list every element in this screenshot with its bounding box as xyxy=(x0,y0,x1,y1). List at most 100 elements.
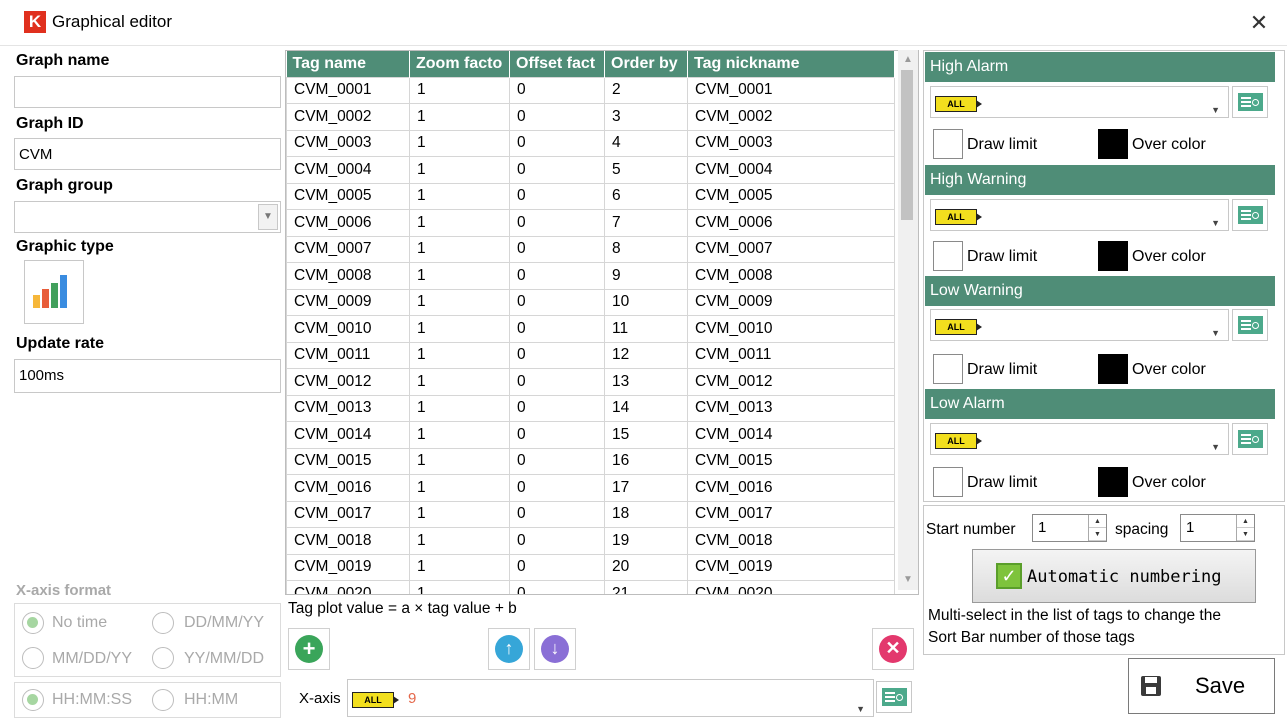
low-warning-over-color-swatch[interactable] xyxy=(1098,354,1128,384)
table-cell[interactable]: 7 xyxy=(604,209,688,237)
table-row[interactable]: CVM_0019 1 0 20 CVM_0019 xyxy=(286,553,895,581)
table-cell[interactable]: 0 xyxy=(509,474,605,502)
table-row[interactable]: CVM_0010 1 0 11 CVM_0010 xyxy=(286,315,895,343)
table-cell[interactable]: CVM_0007 xyxy=(687,235,895,263)
spinner-down-icon[interactable]: ▼ xyxy=(1089,528,1106,541)
table-cell[interactable]: 0 xyxy=(509,288,605,316)
table-cell[interactable]: CVM_0001 xyxy=(286,76,410,104)
chevron-down-icon[interactable]: ▼ xyxy=(258,204,278,230)
table-cell[interactable]: 1 xyxy=(409,129,510,157)
table-cell[interactable]: 0 xyxy=(509,553,605,581)
table-cell[interactable]: CVM_0003 xyxy=(687,129,895,157)
table-cell[interactable]: CVM_0007 xyxy=(286,235,410,263)
table-row[interactable]: CVM_0016 1 0 17 CVM_0016 xyxy=(286,474,895,502)
table-cell[interactable]: 0 xyxy=(509,103,605,131)
high-warning-over-color-swatch[interactable] xyxy=(1098,241,1128,271)
table-cell[interactable]: CVM_0003 xyxy=(286,129,410,157)
table-cell[interactable]: 4 xyxy=(604,129,688,157)
table-cell[interactable]: 0 xyxy=(509,262,605,290)
table-cell[interactable]: 18 xyxy=(604,500,688,528)
table-cell[interactable]: 1 xyxy=(409,394,510,422)
spinner-up-icon[interactable]: ▲ xyxy=(1237,515,1254,528)
table-cell[interactable]: CVM_0017 xyxy=(687,500,895,528)
close-button[interactable]: ✕ xyxy=(1246,10,1272,36)
table-cell[interactable]: CVM_0010 xyxy=(687,315,895,343)
table-cell[interactable]: 0 xyxy=(509,527,605,555)
table-cell[interactable]: 17 xyxy=(604,474,688,502)
radio-dd-mm-yy[interactable] xyxy=(152,612,174,634)
add-tag-button[interactable]: + xyxy=(288,628,330,670)
table-cell[interactable]: 1 xyxy=(409,182,510,210)
low-alarm-tag-select[interactable]: ALL ▼ xyxy=(930,423,1229,455)
save-button[interactable]: Save xyxy=(1128,658,1275,714)
table-row[interactable]: CVM_0012 1 0 13 CVM_0012 xyxy=(286,368,895,396)
table-cell[interactable]: 9 xyxy=(604,262,688,290)
table-row[interactable]: CVM_0014 1 0 15 CVM_0014 xyxy=(286,421,895,449)
table-row[interactable]: CVM_0001 1 0 2 CVM_0001 xyxy=(286,76,895,104)
graph-id-input[interactable]: CVM xyxy=(14,138,281,170)
table-cell[interactable]: CVM_0002 xyxy=(286,103,410,131)
table-cell[interactable]: 6 xyxy=(604,182,688,210)
table-row[interactable]: CVM_0017 1 0 18 CVM_0017 xyxy=(286,500,895,528)
table-cell[interactable]: 2 xyxy=(604,76,688,104)
high-warning-browse-button[interactable] xyxy=(1232,199,1268,231)
table-row[interactable]: CVM_0003 1 0 4 CVM_0003 xyxy=(286,129,895,157)
table-row[interactable]: CVM_0018 1 0 19 CVM_0018 xyxy=(286,527,895,555)
low-warning-draw-limit-checkbox[interactable] xyxy=(933,354,963,384)
spinner-buttons[interactable]: ▲ ▼ xyxy=(1236,515,1254,541)
table-cell[interactable]: CVM_0020 xyxy=(687,580,895,594)
low-alarm-over-color-swatch[interactable] xyxy=(1098,467,1128,497)
table-cell[interactable]: 11 xyxy=(604,315,688,343)
table-cell[interactable]: CVM_0015 xyxy=(286,447,410,475)
low-warning-browse-button[interactable] xyxy=(1232,309,1268,341)
table-cell[interactable]: CVM_0001 xyxy=(687,76,895,104)
graph-group-select[interactable]: ▼ xyxy=(14,201,281,233)
high-alarm-browse-button[interactable] xyxy=(1232,86,1268,118)
table-cell[interactable]: CVM_0005 xyxy=(286,182,410,210)
column-header[interactable]: Offset fact xyxy=(509,51,605,77)
table-row[interactable]: CVM_0002 1 0 3 CVM_0002 xyxy=(286,103,895,131)
table-row[interactable]: CVM_0005 1 0 6 CVM_0005 xyxy=(286,182,895,210)
table-cell[interactable]: CVM_0019 xyxy=(286,553,410,581)
table-row[interactable]: CVM_0004 1 0 5 CVM_0004 xyxy=(286,156,895,184)
table-cell[interactable]: 0 xyxy=(509,500,605,528)
table-cell[interactable]: CVM_0020 xyxy=(286,580,410,594)
table-cell[interactable]: 1 xyxy=(409,527,510,555)
high-alarm-over-color-swatch[interactable] xyxy=(1098,129,1128,159)
radio-no-time[interactable] xyxy=(22,612,44,634)
table-cell[interactable]: 8 xyxy=(604,235,688,263)
table-cell[interactable]: CVM_0006 xyxy=(286,209,410,237)
low-alarm-draw-limit-checkbox[interactable] xyxy=(933,467,963,497)
table-row[interactable]: CVM_0013 1 0 14 CVM_0013 xyxy=(286,394,895,422)
scrollbar-thumb[interactable] xyxy=(901,70,913,220)
table-cell[interactable]: 0 xyxy=(509,315,605,343)
table-cell[interactable]: CVM_0010 xyxy=(286,315,410,343)
table-cell[interactable]: CVM_0013 xyxy=(687,394,895,422)
table-cell[interactable]: CVM_0018 xyxy=(286,527,410,555)
table-cell[interactable]: CVM_0011 xyxy=(687,341,895,369)
table-cell[interactable]: 1 xyxy=(409,262,510,290)
radio-mm-dd-yy[interactable] xyxy=(22,647,44,669)
table-cell[interactable]: 0 xyxy=(509,156,605,184)
column-header[interactable]: Tag name xyxy=(286,51,410,77)
column-header[interactable]: Tag nickname xyxy=(687,51,895,77)
low-alarm-browse-button[interactable] xyxy=(1232,423,1268,455)
radio-yy-mm-dd[interactable] xyxy=(152,647,174,669)
start-number-spinner[interactable]: 1 ▲ ▼ xyxy=(1032,514,1107,542)
table-row[interactable]: CVM_0011 1 0 12 CVM_0011 xyxy=(286,341,895,369)
low-warning-tag-select[interactable]: ALL ▼ xyxy=(930,309,1229,341)
table-cell[interactable]: 10 xyxy=(604,288,688,316)
high-warning-tag-select[interactable]: ALL ▼ xyxy=(930,199,1229,231)
table-cell[interactable]: 0 xyxy=(509,235,605,263)
table-cell[interactable]: CVM_0013 xyxy=(286,394,410,422)
table-cell[interactable]: 1 xyxy=(409,553,510,581)
table-row[interactable]: CVM_0007 1 0 8 CVM_0007 xyxy=(286,235,895,263)
table-cell[interactable]: 13 xyxy=(604,368,688,396)
table-cell[interactable]: 1 xyxy=(409,103,510,131)
high-warning-draw-limit-checkbox[interactable] xyxy=(933,241,963,271)
spacing-spinner[interactable]: 1 ▲ ▼ xyxy=(1180,514,1255,542)
x-axis-browse-button[interactable] xyxy=(876,681,912,713)
table-cell[interactable]: CVM_0004 xyxy=(286,156,410,184)
table-cell[interactable]: 1 xyxy=(409,447,510,475)
table-cell[interactable]: 3 xyxy=(604,103,688,131)
